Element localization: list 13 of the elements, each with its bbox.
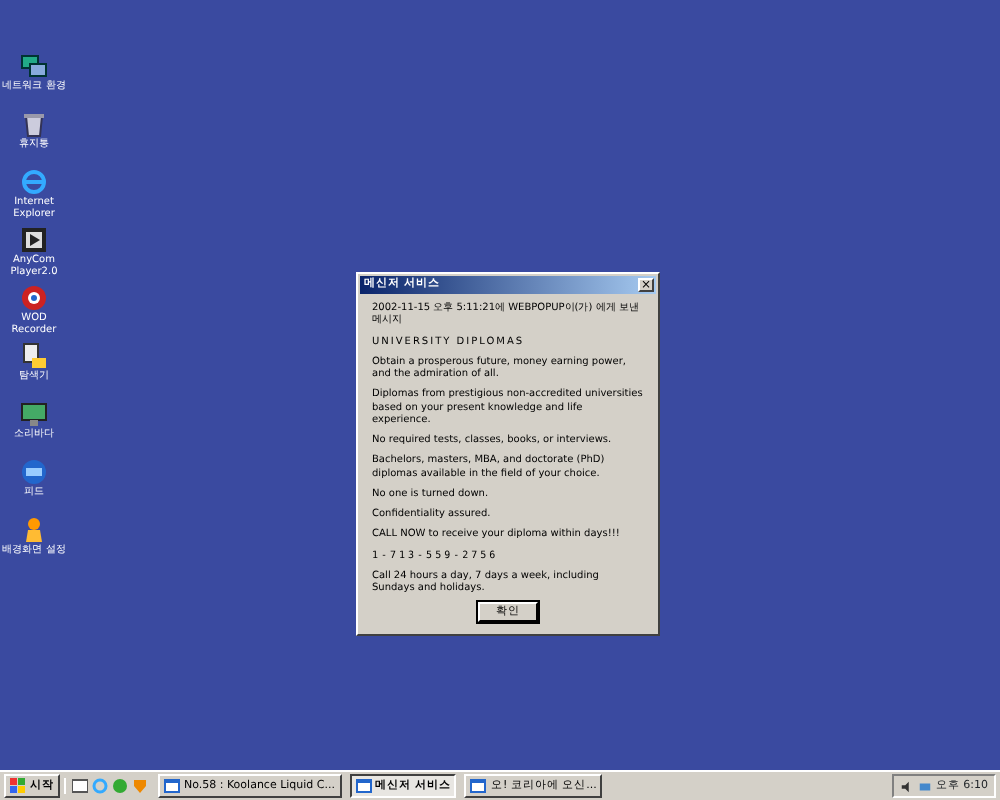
desktop-icon[interactable] bbox=[72, 778, 88, 794]
speaker-icon[interactable] bbox=[899, 779, 914, 793]
browser-icon[interactable] bbox=[20, 168, 48, 196]
figure-icon[interactable] bbox=[20, 516, 48, 544]
window-icon bbox=[355, 778, 372, 794]
player-icon[interactable] bbox=[20, 226, 48, 254]
window-icon bbox=[164, 778, 180, 794]
folder-icon[interactable] bbox=[20, 342, 48, 370]
window-icon bbox=[470, 778, 487, 794]
monitor-icon[interactable] bbox=[20, 400, 48, 428]
windows-flag-icon bbox=[10, 778, 26, 794]
record-icon[interactable] bbox=[20, 284, 48, 312]
trash-icon[interactable] bbox=[20, 110, 48, 138]
